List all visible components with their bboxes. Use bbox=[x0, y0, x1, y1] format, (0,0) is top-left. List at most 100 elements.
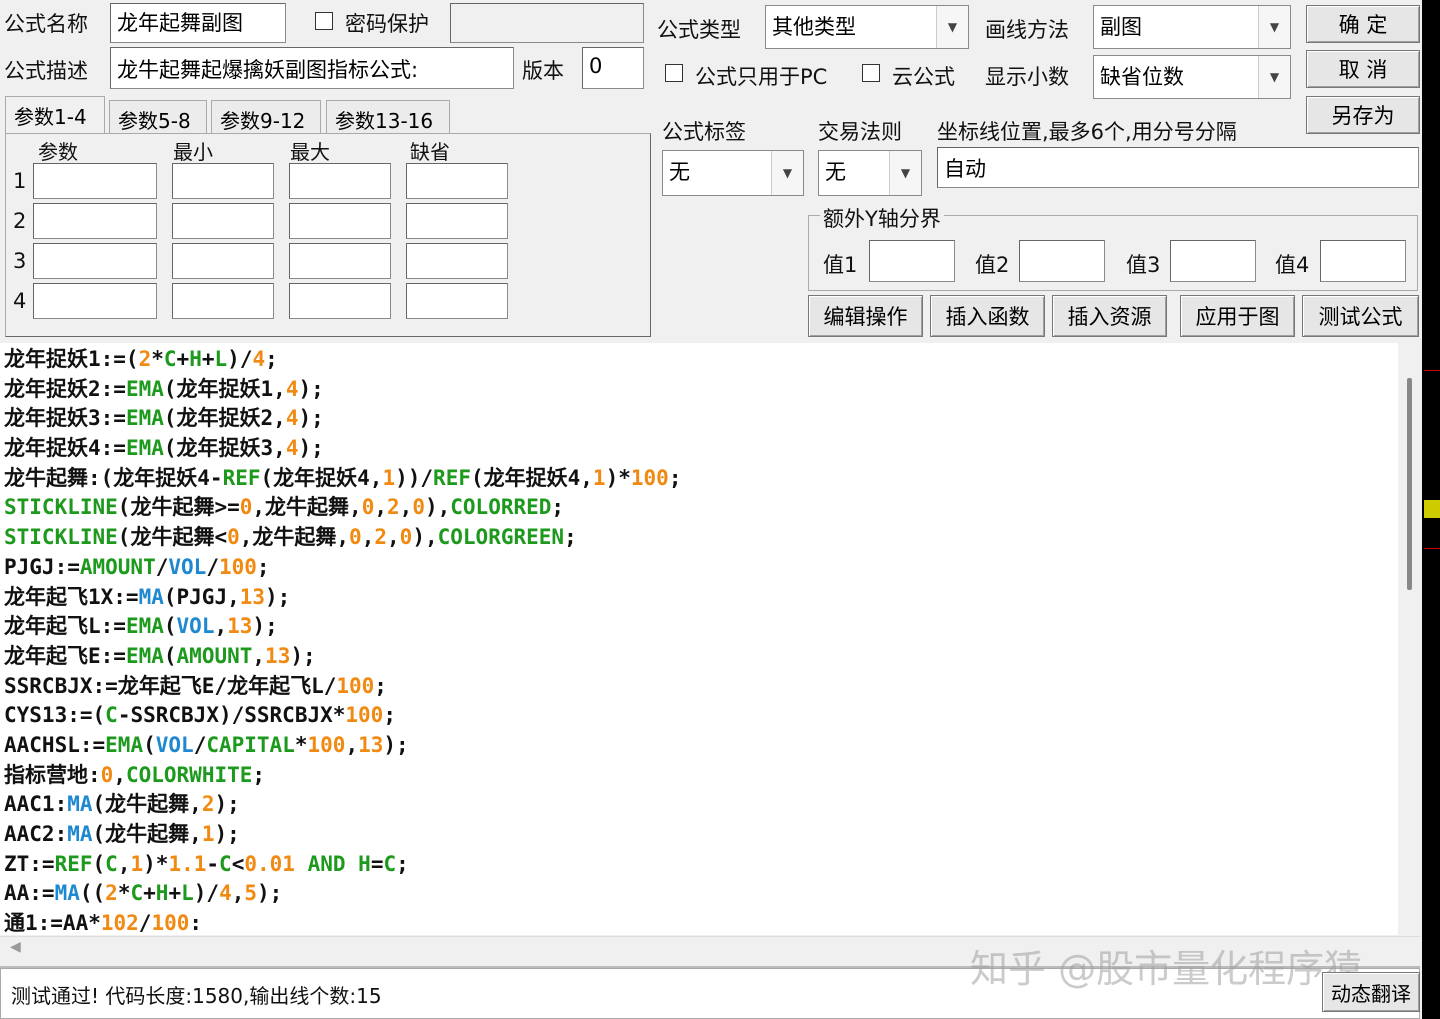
code-token-plain: AA:= bbox=[4, 881, 55, 906]
scroll-left-icon[interactable]: ◀ bbox=[10, 939, 21, 955]
code-token-plain: 龙年起飞E:= bbox=[4, 643, 126, 668]
param-name-input[interactable] bbox=[33, 283, 157, 319]
code-token-plain: < bbox=[231, 851, 245, 876]
code-token-plain: = bbox=[370, 851, 384, 876]
param-default-input[interactable] bbox=[406, 283, 508, 319]
axis-position-input[interactable]: 自动 bbox=[937, 147, 1419, 188]
code-token-plain: ); bbox=[214, 792, 240, 817]
formula-tag-select[interactable]: 无 ▼ bbox=[662, 150, 804, 196]
code-token-plain: )/ bbox=[227, 347, 253, 371]
formula-name-input[interactable]: 龙年起舞副图 bbox=[110, 3, 286, 43]
test-formula-button[interactable]: 测试公式 bbox=[1302, 295, 1419, 337]
code-token-builtin: VOL bbox=[155, 732, 194, 757]
code-token-number: 13 bbox=[265, 643, 291, 668]
code-token-builtin: MA bbox=[54, 881, 80, 906]
code-token-plain: , bbox=[214, 614, 228, 639]
y-value-input[interactable] bbox=[1019, 240, 1105, 282]
code-token-function: COLORGREEN bbox=[437, 525, 565, 550]
param-name-input[interactable] bbox=[33, 243, 157, 279]
tab-params-5-8[interactable]: 参数5-8 bbox=[109, 100, 207, 134]
tab-params-1-4[interactable]: 参数1-4 bbox=[5, 96, 105, 134]
trade-rule-label: 交易法则 bbox=[818, 120, 902, 144]
code-token-plain: 指标营地: bbox=[4, 762, 101, 787]
status-text: 测试通过! 代码长度:1580,输出线个数:15 bbox=[11, 984, 382, 1008]
code-token-function: COLORRED bbox=[450, 495, 552, 520]
code-token-number: 100 bbox=[630, 465, 669, 490]
param-min-input[interactable] bbox=[172, 163, 274, 199]
code-token-plain: ))/ bbox=[395, 465, 434, 490]
code-token-plain: ); bbox=[214, 822, 240, 846]
param-default-input[interactable] bbox=[406, 243, 508, 279]
code-token-plain: ; bbox=[374, 673, 387, 698]
code-token-plain: ), bbox=[412, 525, 438, 550]
code-token-plain: , bbox=[117, 851, 131, 876]
save-as-button[interactable]: 另存为 bbox=[1306, 96, 1420, 134]
decimal-select[interactable]: 缺省位数 ▼ bbox=[1093, 55, 1291, 99]
code-token-builtin: VOL bbox=[176, 614, 215, 639]
scrollbar-thumb[interactable] bbox=[1407, 378, 1412, 590]
param-min-input[interactable] bbox=[172, 203, 274, 239]
code-token-plain: AACHSL:= bbox=[4, 732, 106, 757]
code-token-plain: ( bbox=[163, 614, 177, 639]
param-max-input[interactable] bbox=[289, 163, 391, 199]
param-name-input[interactable] bbox=[33, 163, 157, 199]
param-max-input[interactable] bbox=[289, 243, 391, 279]
dynamic-translate-button[interactable]: 动态翻译 bbox=[1322, 972, 1420, 1012]
code-token-plain: 龙牛起舞:(龙年捉妖4- bbox=[4, 465, 223, 490]
vertical-scrollbar[interactable] bbox=[1398, 343, 1420, 937]
formula-desc-input[interactable]: 龙牛起舞起爆擒妖副图指标公式: bbox=[110, 47, 514, 89]
param-max-input[interactable] bbox=[289, 283, 391, 319]
apply-to-chart-button[interactable]: 应用于图 bbox=[1180, 295, 1295, 337]
param-default-input[interactable] bbox=[406, 203, 508, 239]
ok-button[interactable]: 确 定 bbox=[1306, 5, 1420, 43]
param-min-input[interactable] bbox=[172, 243, 274, 279]
code-token-plain: ); bbox=[252, 614, 278, 639]
code-token-plain: ); bbox=[383, 732, 409, 757]
param-default-input[interactable] bbox=[406, 163, 508, 199]
code-editor[interactable]: 龙年捉妖1:=(2*C+H+L)/4; 龙年捉妖2:=EMA(龙年捉妖1,4); 龙… bbox=[0, 343, 1400, 935]
code-line: 龙年捉妖4:=EMA(龙年捉妖3,4); bbox=[4, 434, 1396, 464]
draw-method-select[interactable]: 副图 ▼ bbox=[1093, 5, 1291, 49]
code-token-number: 2 bbox=[374, 525, 388, 550]
code-token-plain: , bbox=[399, 495, 413, 520]
code-token-plain: / bbox=[155, 554, 169, 579]
code-line: STICKLINE(龙牛起舞<0,龙牛起舞,0,2,0),COLORGREEN; bbox=[4, 523, 1396, 553]
pc-only-checkbox[interactable] bbox=[665, 64, 683, 82]
decimal-value: 缺省位数 bbox=[1100, 65, 1184, 89]
code-token-plain: ); bbox=[290, 643, 316, 668]
trade-rule-select[interactable]: 无 ▼ bbox=[818, 150, 922, 196]
code-token-function: STICKLINE bbox=[4, 525, 118, 550]
code-token-number: 100 bbox=[345, 703, 384, 728]
param-min-input[interactable] bbox=[172, 283, 274, 319]
edit-operation-button[interactable]: 编辑操作 bbox=[808, 295, 923, 337]
password-checkbox[interactable] bbox=[315, 12, 333, 30]
y-value-input[interactable] bbox=[869, 240, 955, 282]
code-token-number: 0.01 bbox=[244, 851, 295, 876]
insert-function-button[interactable]: 插入函数 bbox=[930, 295, 1045, 337]
code-token-plain: ); bbox=[257, 881, 283, 906]
formula-type-select[interactable]: 其他类型 ▼ bbox=[765, 5, 969, 49]
insert-resource-button[interactable]: 插入资源 bbox=[1052, 295, 1167, 337]
y-value-input[interactable] bbox=[1170, 240, 1256, 282]
code-token-number: 2 bbox=[105, 881, 118, 906]
param-row-number: 2 bbox=[13, 209, 27, 233]
code-token-number: 4 bbox=[285, 376, 299, 401]
code-token-plain: 通1:=AA* bbox=[4, 911, 101, 935]
param-name-input[interactable] bbox=[33, 203, 157, 239]
code-token-plain: + bbox=[143, 881, 156, 906]
code-token-number: 0 bbox=[100, 762, 114, 787]
cancel-button[interactable]: 取 消 bbox=[1306, 50, 1420, 88]
code-token-number: 1 bbox=[201, 822, 215, 846]
y-value-input[interactable] bbox=[1320, 240, 1406, 282]
code-token-plain: , bbox=[345, 732, 359, 757]
tab-params-13-16[interactable]: 参数13-16 bbox=[326, 100, 450, 134]
code-token-number: 102 bbox=[100, 911, 139, 935]
chevron-down-icon: ▼ bbox=[936, 6, 968, 48]
code-token-function: AND bbox=[307, 851, 346, 876]
code-token-plain: ; bbox=[396, 851, 409, 876]
cloud-checkbox[interactable] bbox=[862, 64, 880, 82]
code-token-plain: / bbox=[138, 911, 152, 935]
version-input[interactable]: 0 bbox=[582, 47, 644, 89]
param-max-input[interactable] bbox=[289, 203, 391, 239]
tab-params-9-12[interactable]: 参数9-12 bbox=[211, 100, 321, 134]
